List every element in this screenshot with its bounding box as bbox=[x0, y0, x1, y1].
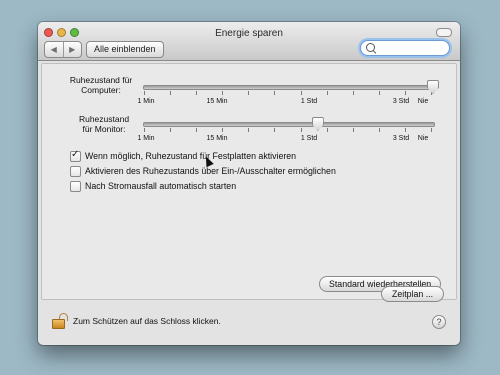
monitor-tick-nie: Nie bbox=[417, 135, 429, 142]
settings-panel: Ruhezustand für Computer: 1 Min 15 Min 1… bbox=[41, 63, 457, 300]
restart-label: Nach Stromausfall automatisch starten bbox=[85, 181, 237, 191]
power-button-label: Aktivieren des Ruhezustands über Ein-/Au… bbox=[85, 166, 336, 176]
slider-tick bbox=[327, 91, 328, 95]
disk-sleep-label: Wenn möglich, Ruhezustand für Festplatte… bbox=[85, 151, 297, 161]
restart-option[interactable]: Nach Stromausfall automatisch starten bbox=[70, 180, 236, 192]
slider-tick bbox=[248, 128, 249, 132]
slider-tick bbox=[405, 128, 406, 132]
computer-tick-nie: Nie bbox=[417, 98, 429, 105]
slider-tick bbox=[144, 91, 145, 95]
preferences-window: Energie sparen ◀ ▶ Alle einblenden Ruhez… bbox=[38, 22, 460, 345]
window-title: Energie sparen bbox=[215, 28, 283, 39]
slider-tick bbox=[405, 91, 406, 95]
slider-tick bbox=[222, 128, 223, 132]
show-all-button[interactable]: Alle einblenden bbox=[86, 41, 164, 58]
search-input[interactable] bbox=[377, 42, 443, 54]
computer-tick-15min: 15 Min bbox=[206, 98, 228, 105]
computer-tick-1min: 1 Min bbox=[137, 98, 155, 105]
window-toolbar: Energie sparen ◀ ▶ Alle einblenden bbox=[38, 22, 460, 61]
toolbar-toggle-button[interactable] bbox=[436, 28, 452, 37]
computer-sleep-label: Ruhezustand für Computer: bbox=[69, 75, 133, 95]
back-button[interactable]: ◀ bbox=[45, 42, 63, 57]
monitor-sleep-ticks bbox=[144, 128, 432, 133]
slider-tick bbox=[327, 128, 328, 132]
monitor-tick-1std: 1 Std bbox=[300, 135, 318, 142]
slider-tick bbox=[301, 91, 302, 95]
power-button-checkbox[interactable] bbox=[70, 165, 81, 177]
monitor-sleep-slider-track[interactable] bbox=[143, 122, 435, 127]
slider-tick bbox=[379, 128, 380, 132]
slider-tick bbox=[170, 128, 171, 132]
monitor-sleep-label: Ruhezustand für Monitor: bbox=[78, 114, 130, 134]
disk-sleep-option[interactable]: Wenn möglich, Ruhezustand für Festplatte… bbox=[70, 149, 297, 162]
monitor-tick-1min: 1 Min bbox=[137, 135, 155, 142]
help-button[interactable]: ? bbox=[432, 315, 446, 329]
slider-tick bbox=[196, 128, 197, 132]
slider-tick bbox=[274, 128, 275, 132]
monitor-tick-3std: 3 Std bbox=[392, 135, 410, 142]
lock-open-icon[interactable] bbox=[52, 313, 68, 329]
power-button-option[interactable]: Aktivieren des Ruhezustands über Ein-/Au… bbox=[70, 165, 336, 177]
slider-tick bbox=[301, 128, 302, 132]
computer-tick-1std: 1 Std bbox=[300, 98, 318, 105]
slider-tick bbox=[274, 91, 275, 95]
slider-tick bbox=[222, 91, 223, 95]
slider-tick bbox=[248, 91, 249, 95]
slider-tick bbox=[353, 91, 354, 95]
disk-sleep-checkbox[interactable] bbox=[70, 149, 81, 162]
slider-tick bbox=[196, 91, 197, 95]
slider-tick bbox=[353, 128, 354, 132]
lock-hint-text: Zum Schützen auf das Schloss klicken. bbox=[73, 316, 221, 326]
computer-tick-3std: 3 Std bbox=[392, 98, 410, 105]
slider-tick bbox=[170, 91, 171, 95]
navigation-segmented-control: ◀ ▶ bbox=[44, 41, 82, 58]
search-field[interactable] bbox=[360, 40, 450, 56]
computer-sleep-ticks bbox=[144, 91, 432, 96]
schedule-button[interactable]: Zeitplan ... bbox=[381, 286, 445, 302]
forward-button[interactable]: ▶ bbox=[62, 42, 82, 57]
slider-tick bbox=[379, 91, 380, 95]
computer-sleep-slider-track[interactable] bbox=[143, 85, 435, 90]
slider-tick bbox=[431, 128, 432, 132]
restart-checkbox[interactable] bbox=[70, 180, 81, 192]
slider-tick bbox=[144, 128, 145, 132]
monitor-tick-15min: 15 Min bbox=[206, 135, 228, 142]
search-icon bbox=[366, 43, 375, 52]
